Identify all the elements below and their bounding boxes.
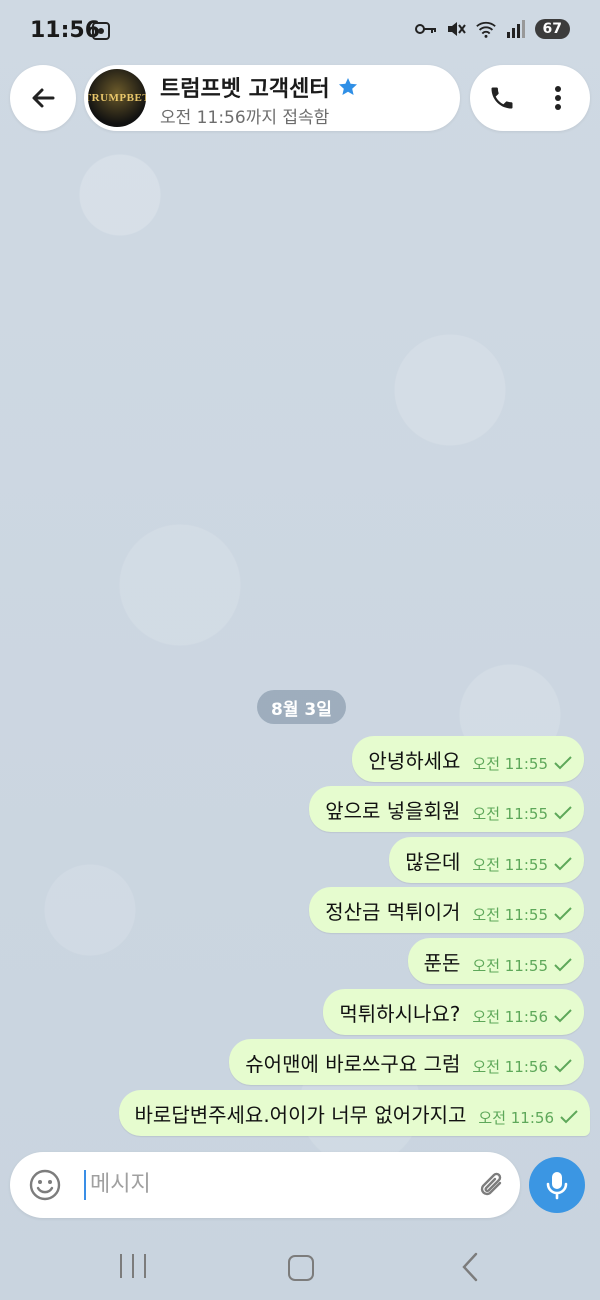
read-check-icon: [554, 1059, 572, 1073]
last-seen-status: 오전 11:56까지 접속함: [160, 108, 330, 128]
message-bubble[interactable]: 안녕하세요 오전 11:55: [352, 736, 584, 782]
avatar[interactable]: TRUMPBET: [88, 69, 146, 127]
message-bubble[interactable]: 슈어맨에 바로쓰구요 그럼 오전 11:56: [229, 1039, 584, 1085]
verified-star-icon: [338, 78, 357, 95]
message-bubble[interactable]: 앞으로 넣을회원 오전 11:55: [309, 786, 584, 832]
read-check-icon: [554, 907, 572, 921]
emoji-icon: [29, 1169, 61, 1201]
call-button[interactable]: [486, 82, 518, 114]
mute-icon: [445, 18, 467, 40]
message-bubble[interactable]: 많은데 오전 11:55: [389, 837, 584, 883]
emoji-button[interactable]: [28, 1168, 62, 1202]
message-text: 푼돈: [423, 950, 461, 975]
message-bubble[interactable]: 바로답변주세요.어이가 너무 없어가지고 오전 11:56: [118, 1090, 590, 1136]
chat-title-row: 트럼프벳 고객센터: [160, 71, 358, 103]
battery-indicator: 67: [534, 19, 570, 39]
header-actions: [470, 65, 590, 131]
message-time: 오전 11:56: [472, 1057, 548, 1076]
voice-record-button[interactable]: [529, 1157, 585, 1213]
message-bubble[interactable]: 정산금 먹튀이거 오전 11:55: [309, 887, 584, 933]
message-time: 오전 11:56: [478, 1108, 554, 1127]
attach-button[interactable]: [476, 1168, 510, 1202]
wifi-icon: [475, 18, 497, 40]
message-bubble[interactable]: 먹튀하시나요? 오전 11:56: [323, 989, 584, 1035]
phone-icon: [491, 87, 513, 109]
message-time: 오전 11:55: [472, 855, 548, 874]
home-button[interactable]: [288, 1255, 314, 1281]
paperclip-icon: [480, 1172, 502, 1196]
message-text: 앞으로 넣을회원: [325, 798, 461, 823]
date-separator: 8월 3일: [257, 690, 346, 724]
message-time: 오전 11:55: [472, 905, 548, 924]
read-check-icon: [554, 756, 572, 770]
message-text: 많은데: [405, 849, 461, 874]
avatar-logo-text: TRUMPBET: [88, 92, 146, 104]
message-composer: 메시지: [10, 1152, 520, 1218]
read-check-icon: [554, 857, 572, 871]
message-text: 먹튀하시나요?: [339, 1001, 461, 1026]
more-menu-button[interactable]: [542, 82, 574, 114]
read-check-icon: [554, 1009, 572, 1023]
microphone-icon: [546, 1172, 568, 1200]
nav-back-button[interactable]: [458, 1252, 482, 1282]
message-bubble[interactable]: 푼돈 오전 11:55: [407, 938, 584, 984]
message-time: 오전 11:55: [472, 754, 548, 773]
recent-apps-button[interactable]: [120, 1254, 146, 1280]
system-nav-bar: [0, 1236, 600, 1300]
chat-title: 트럼프벳 고객센터: [160, 77, 330, 102]
message-text: 슈어맨에 바로쓰구요 그럼: [245, 1051, 461, 1076]
signal-icon: [505, 18, 527, 40]
status-bar: 11:56 67: [0, 0, 600, 60]
read-check-icon: [554, 806, 572, 820]
message-input[interactable]: 메시지: [84, 1170, 151, 1200]
key-icon: [414, 18, 437, 40]
message-text: 바로답변주세요.어이가 너무 없어가지고: [134, 1102, 467, 1127]
message-time: 오전 11:55: [472, 956, 548, 975]
read-check-icon: [560, 1110, 578, 1124]
message-time: 오전 11:55: [472, 804, 548, 823]
chat-header[interactable]: TRUMPBET 트럼프벳 고객센터 오전 11:56까지 접속함: [84, 65, 460, 131]
more-vertical-icon: [555, 86, 561, 110]
screenshot-icon: [90, 20, 112, 46]
message-text: 정산금 먹튀이거: [325, 899, 461, 924]
back-arrow-icon: [32, 88, 55, 108]
read-check-icon: [554, 958, 572, 972]
back-button[interactable]: [10, 65, 76, 131]
message-text: 안녕하세요: [368, 748, 461, 773]
message-time: 오전 11:56: [472, 1007, 548, 1026]
